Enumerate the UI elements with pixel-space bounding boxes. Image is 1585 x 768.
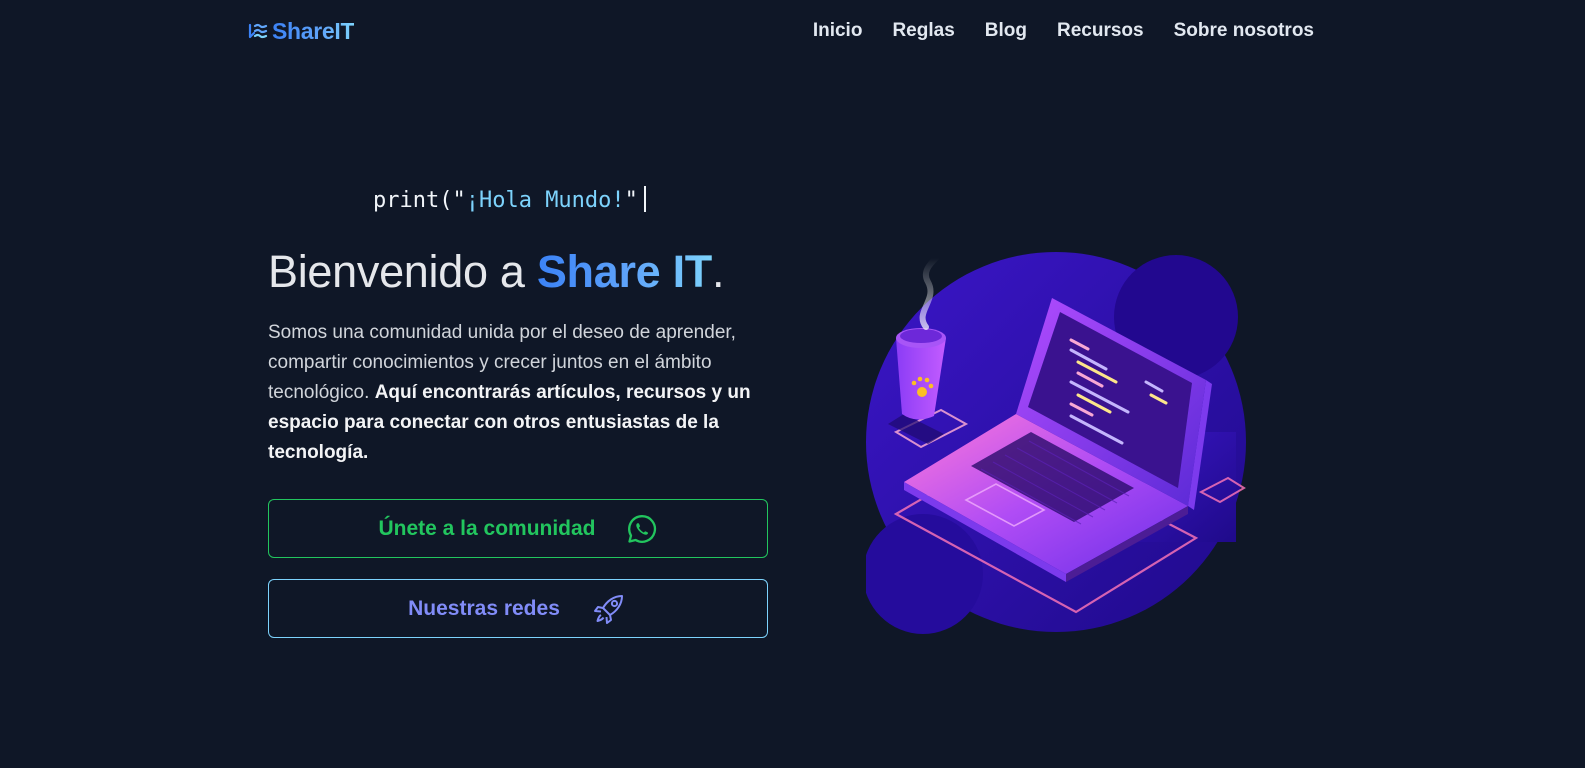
- nav-link-blog[interactable]: Blog: [985, 20, 1027, 41]
- nav-item: Sobre nosotros: [1174, 20, 1314, 42]
- main-nav: Inicio Reglas Blog Recursos Sobre nosotr…: [813, 20, 1314, 42]
- logo-text: ShareIT: [272, 18, 355, 44]
- code-suffix: ": [624, 188, 638, 213]
- code-string: ¡Hola Mundo!: [465, 188, 625, 213]
- typewriter-code-line: print("¡Hola Mundo!": [373, 186, 646, 213]
- social-networks-label: Nuestras redes: [408, 596, 560, 620]
- whatsapp-icon: [627, 514, 656, 543]
- nav-item: Recursos: [1057, 20, 1144, 42]
- nav-link-inicio[interactable]: Inicio: [813, 20, 863, 41]
- nav-item: Reglas: [892, 20, 954, 42]
- join-community-button[interactable]: Únete a la comunidad: [268, 499, 768, 558]
- typing-caret: [643, 186, 646, 212]
- laptop-coffee-illustration: [866, 252, 1246, 634]
- nav-link-recursos[interactable]: Recursos: [1057, 20, 1144, 41]
- hero-title-suffix: .: [711, 246, 725, 297]
- page: ShareIT Inicio Reglas Blog Recursos Sobr…: [0, 0, 1585, 768]
- hero-title-prefix: Bienvenido a: [268, 246, 537, 297]
- nav-link-sobre-nosotros[interactable]: Sobre nosotros: [1174, 20, 1314, 41]
- social-networks-button[interactable]: Nuestras redes: [268, 579, 768, 638]
- hero-title-brand: Share IT: [536, 246, 712, 297]
- hero-title: Bienvenido a Share IT.: [268, 246, 724, 298]
- hero-description: Somos una comunidad unida por el deseo d…: [268, 318, 773, 468]
- nav-item: Blog: [985, 20, 1027, 42]
- rocket-icon: [593, 594, 623, 624]
- join-community-label: Únete a la comunidad: [378, 516, 596, 540]
- code-prefix: print(": [373, 188, 466, 213]
- background-blob-small: [866, 514, 983, 634]
- nav-item: Inicio: [813, 20, 863, 42]
- nav-link-reglas[interactable]: Reglas: [892, 20, 954, 41]
- site-logo[interactable]: ShareIT: [248, 18, 355, 45]
- waves-logo-icon: [248, 23, 268, 38]
